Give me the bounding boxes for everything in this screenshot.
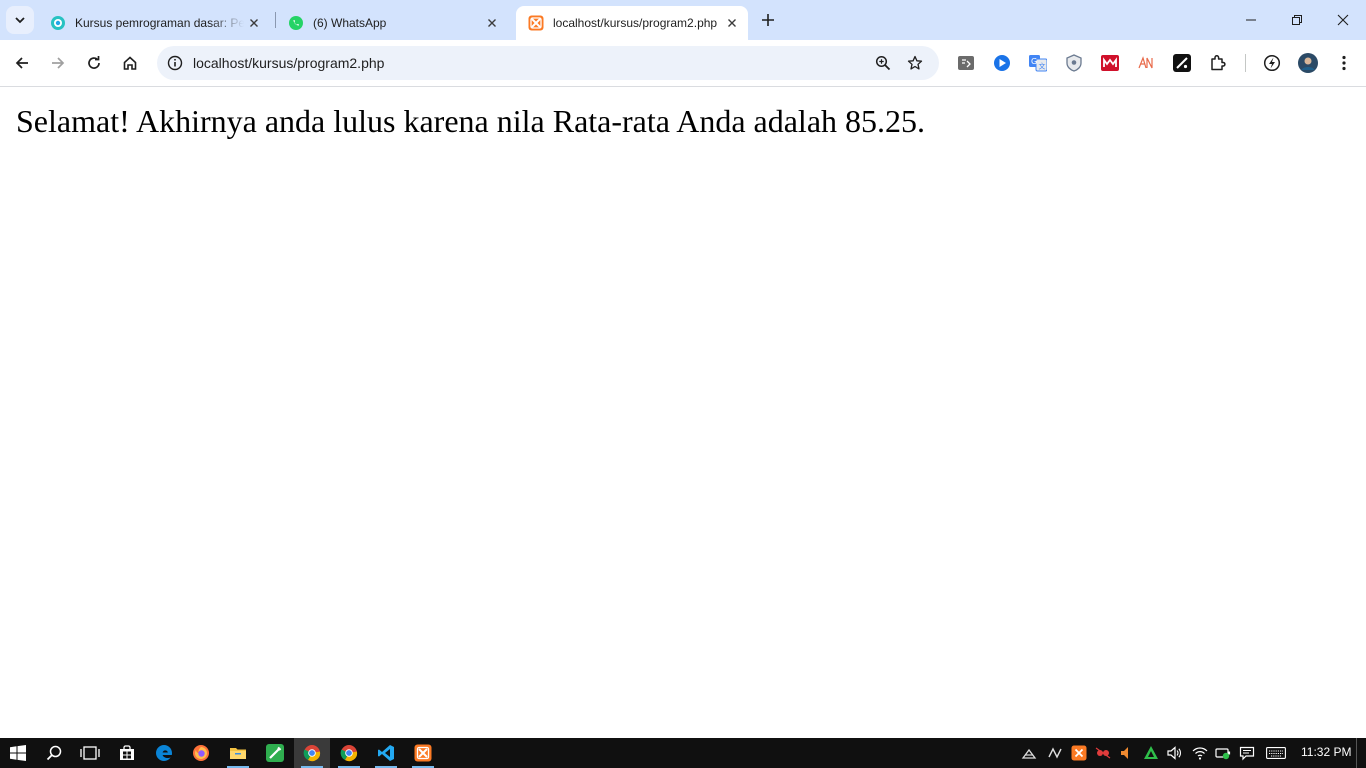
page-content: Selamat! Akhirnya anda lulus karena nila… [0,87,1366,738]
wifi-icon[interactable] [1192,745,1208,761]
file-explorer-icon[interactable] [220,738,256,768]
keyboard-icon[interactable] [1266,745,1286,761]
search-icon[interactable] [36,738,72,768]
windows-start-icon[interactable] [0,738,36,768]
restore-icon [1292,15,1302,25]
ext-icon-1[interactable] [956,53,976,73]
minimize-icon [1246,19,1256,21]
clock[interactable]: 11:32 PM [1301,745,1351,759]
xampp-icon [528,15,544,31]
puzzle-icon[interactable] [1208,53,1228,73]
minimize-button[interactable] [1228,0,1274,40]
close-tab-icon[interactable] [244,13,264,33]
xampp-icon[interactable] [405,738,441,768]
home-button[interactable] [116,49,144,77]
ext-icon-black[interactable] [1172,53,1192,73]
tab-search-button[interactable] [6,6,34,34]
tab-title: Kursus pemrograman dasar: Pel [75,16,244,30]
close-tab-icon[interactable] [482,13,502,33]
tab-kursus[interactable]: Kursus pemrograman dasar: Pel [38,6,270,40]
tray-app-icon[interactable] [1021,745,1037,761]
svg-text:G: G [1031,57,1037,66]
close-icon [1337,14,1349,26]
translate-icon[interactable]: G文 [1028,53,1048,73]
tab-title: (6) WhatsApp [313,16,387,30]
task-view-icon[interactable] [72,738,108,768]
volume-icon[interactable] [1166,745,1182,761]
shield-icon[interactable] [1064,53,1084,73]
battery-icon[interactable] [1215,745,1231,761]
show-desktop-button[interactable] [1356,738,1366,768]
menu-icon[interactable] [1334,53,1354,73]
chrome-icon[interactable] [294,738,330,768]
green-app-icon[interactable] [257,738,293,768]
green-tray-icon[interactable] [1143,745,1159,761]
toolbar-separator [1245,54,1246,72]
firefox-icon[interactable] [183,738,219,768]
plus-icon [762,14,774,26]
tab-strip: Kursus pemrograman dasar: Pel (6) WhatsA… [0,0,1366,40]
vscode-icon[interactable] [368,738,404,768]
svg-text:文: 文 [1039,62,1046,71]
ext-icon-red[interactable] [1100,53,1120,73]
edge-icon[interactable] [146,738,182,768]
back-button[interactable] [8,49,36,77]
forward-icon [52,57,65,69]
zoom-icon[interactable] [871,51,895,75]
whatsapp-icon [288,15,304,31]
browser-toolbar: localhost/kursus/program2.php G文 [0,40,1366,87]
chrome-icon[interactable] [331,738,367,768]
tray-app-icon[interactable] [1047,745,1063,761]
red-tray-icon[interactable] [1095,745,1111,761]
new-tab-button[interactable] [756,8,780,32]
performance-icon[interactable] [1262,53,1282,73]
back-icon [15,57,28,69]
ext-icon-2[interactable] [992,53,1012,73]
home-icon [123,56,137,70]
ext-icon-an[interactable] [1136,53,1156,73]
restore-button[interactable] [1274,0,1320,40]
taskbar: 11:32 PM [0,738,1366,768]
tab-whatsapp[interactable]: (6) WhatsApp [276,6,508,40]
address-bar[interactable]: localhost/kursus/program2.php [157,46,939,80]
result-message: Selamat! Akhirnya anda lulus karena nila… [16,103,926,139]
reload-icon [88,56,100,69]
close-window-button[interactable] [1320,0,1366,40]
tab-title: localhost/kursus/program2.php [553,16,718,30]
url-text[interactable]: localhost/kursus/program2.php [193,55,384,71]
reload-button[interactable] [80,49,108,77]
course-favicon [50,15,66,31]
bookmark-star-icon[interactable] [903,51,927,75]
xampp-tray-icon[interactable] [1071,745,1087,761]
profile-avatar[interactable] [1298,53,1318,73]
store-icon[interactable] [109,738,145,768]
tab-program2[interactable]: localhost/kursus/program2.php [516,6,748,40]
notification-center-icon[interactable] [1239,745,1255,761]
site-info-icon[interactable] [163,51,187,75]
orange-tray-icon[interactable] [1118,745,1134,761]
close-tab-icon[interactable] [722,13,742,33]
chevron-down-icon [15,17,25,24]
forward-button[interactable] [44,49,72,77]
